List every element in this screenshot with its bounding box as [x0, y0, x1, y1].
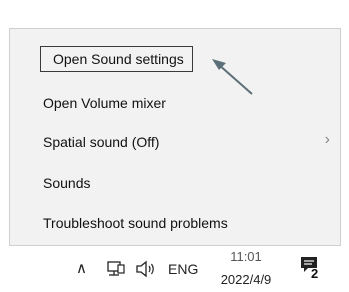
network-icon[interactable]: [106, 260, 126, 278]
speaker-icon[interactable]: [134, 259, 158, 279]
chevron-up-icon[interactable]: ∧: [76, 259, 87, 277]
clock-time[interactable]: 11:01: [216, 249, 276, 264]
language-indicator[interactable]: ENG: [168, 261, 198, 277]
sound-context-menu: Open Sound settings Open Volume mixer Sp…: [9, 28, 341, 246]
menu-item-sounds[interactable]: Sounds: [43, 175, 90, 191]
submenu-chevron-icon: ›: [324, 131, 330, 148]
notification-count-badge: 2: [311, 266, 319, 281]
menu-item-troubleshoot[interactable]: Troubleshoot sound problems: [43, 215, 228, 231]
menu-item-spatial-sound[interactable]: Spatial sound (Off): [43, 134, 159, 150]
menu-item-open-sound-settings[interactable]: Open Sound settings: [40, 46, 193, 72]
clock-date[interactable]: 2022/4/9: [212, 272, 280, 287]
menu-item-open-volume-mixer[interactable]: Open Volume mixer: [43, 95, 166, 111]
